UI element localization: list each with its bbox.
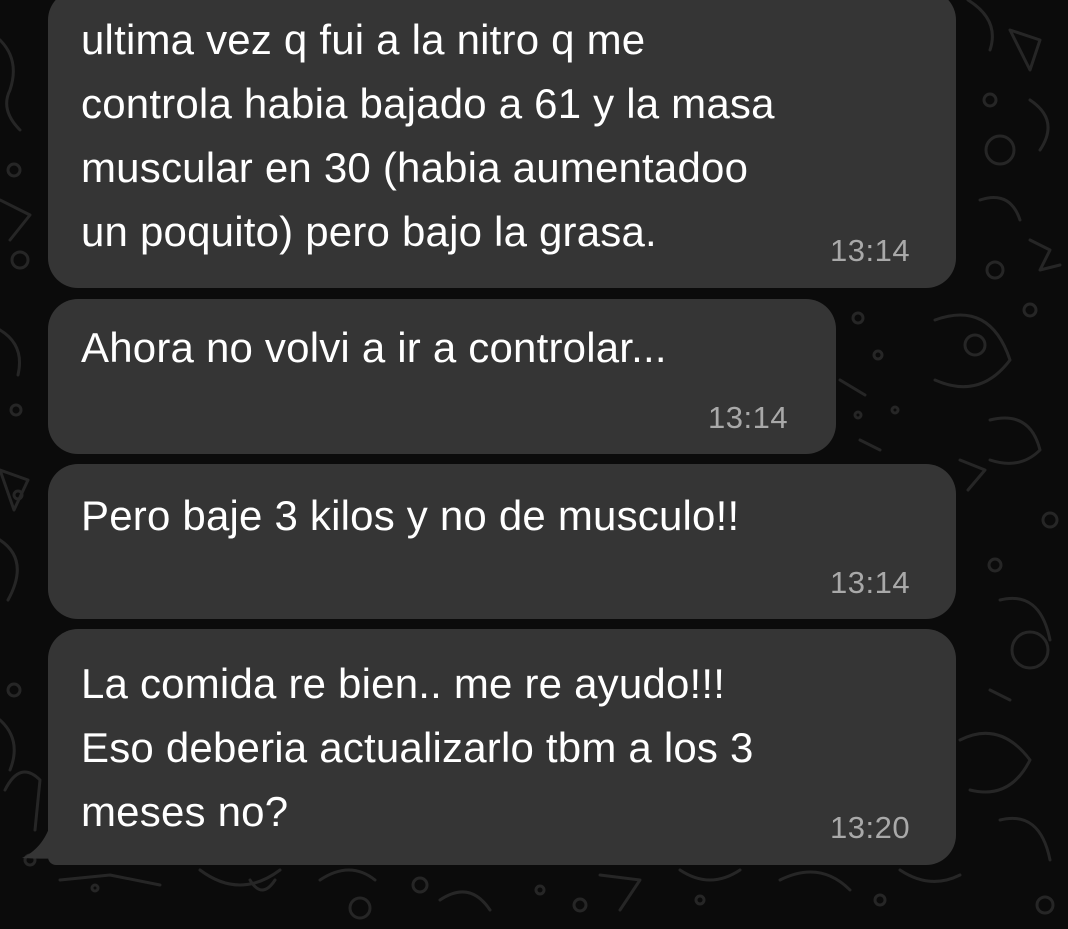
message-bubble-3[interactable]: Pero baje 3 kilos y no de musculo!! 13:1… (48, 464, 956, 619)
message-line: ultima vez q fui a la nitro q me (81, 16, 646, 63)
message-line: muscular en 30 (habia aumentadoo (81, 144, 749, 191)
message-line: Ahora no volvi a ir a controlar... (81, 324, 667, 371)
message-timestamp: 13:14 (708, 400, 789, 435)
message-bubble-1[interactable]: ultima vez q fui a la nitro q me control… (48, 0, 956, 288)
message-line: un poquito) pero bajo la grasa. (81, 208, 657, 255)
message-timestamp: 13:14 (830, 233, 911, 268)
message-line: Eso deberia actualizarlo tbm a los 3 (81, 724, 754, 771)
message-line: La comida re bien.. me re ayudo!!! (81, 660, 726, 707)
message-timestamp: 13:20 (830, 810, 911, 845)
message-timestamp: 13:14 (830, 565, 911, 600)
message-bubble-2[interactable]: Ahora no volvi a ir a controlar... 13:14 (48, 299, 836, 454)
message-bubble-4[interactable]: La comida re bien.. me re ayudo!!! Eso d… (48, 629, 956, 865)
message-line: controla habia bajado a 61 y la masa (81, 80, 775, 127)
message-line: meses no? (81, 788, 289, 835)
message-line: Pero baje 3 kilos y no de musculo!! (81, 492, 740, 539)
